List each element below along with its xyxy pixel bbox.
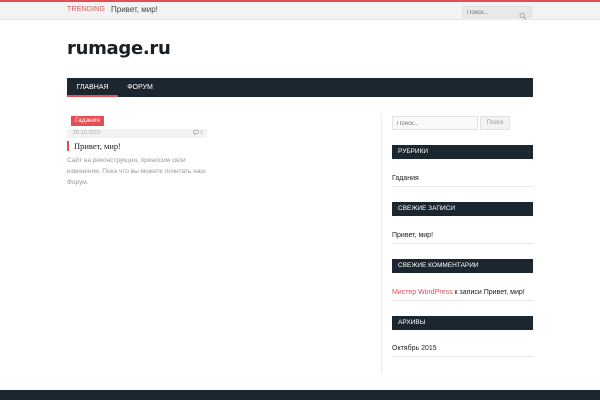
sidebar-search-box <box>392 116 478 130</box>
search-icon[interactable] <box>519 8 527 20</box>
nav-item-home[interactable]: ГЛАВНАЯ <box>67 78 118 97</box>
site-logo[interactable]: rumage.ru <box>67 38 171 59</box>
recent-post-link[interactable]: Привет, мир! <box>392 231 433 241</box>
trending-post-link[interactable]: Привет, мир! <box>111 5 158 14</box>
top-bar: TRENDING Привет, мир! <box>0 0 600 20</box>
archive-link[interactable]: Октябрь 2015 <box>392 344 437 354</box>
comment-connector: к записи <box>452 289 484 296</box>
widget-title-recent-comments: СВЕЖИЕ КОММЕНТАРИИ <box>392 259 533 273</box>
comment-icon <box>193 130 199 136</box>
trending-label: TRENDING <box>67 6 106 13</box>
main-nav: ГЛАВНАЯ ФОРУМ <box>67 78 533 97</box>
widget-divider <box>392 356 533 357</box>
widget-divider <box>392 186 533 187</box>
nav-item-forum[interactable]: ФОРУМ <box>122 78 158 97</box>
post-category-badge[interactable]: Гадания <box>71 116 104 126</box>
recent-comment: Мистер WordPress к записи Привет, мир! <box>392 288 525 298</box>
post-meta: 20.10.2015 1 <box>67 129 207 138</box>
sidebar-search-input[interactable] <box>397 119 473 128</box>
post-comments-count: 1 <box>199 130 203 136</box>
widget-title-recent-posts: СВЕЖИЕ ЗАПИСИ <box>392 202 533 216</box>
post-date: 20.10.2015 <box>73 130 101 136</box>
content-divider <box>381 114 382 372</box>
comment-post-link[interactable]: Привет, мир! <box>484 289 525 296</box>
widget-title-archives: АРХИВЫ <box>392 316 533 330</box>
rubric-link[interactable]: Гадания <box>392 174 419 184</box>
post-title[interactable]: Привет, мир! <box>67 141 121 151</box>
comment-author-link[interactable]: Мистер WordPress <box>392 289 453 296</box>
top-search-box <box>462 6 532 20</box>
sidebar-search-button[interactable]: Поиск <box>480 116 510 130</box>
widget-divider <box>392 243 533 244</box>
widget-title-rubrics: РУБРИКИ <box>392 145 533 159</box>
widget-divider <box>392 300 533 301</box>
top-search-input[interactable] <box>467 8 517 17</box>
post-comments-link[interactable]: 1 <box>193 130 203 136</box>
post-excerpt: Сайт на реконструкции, приносим свои изв… <box>67 157 206 186</box>
site-footer <box>0 390 600 400</box>
